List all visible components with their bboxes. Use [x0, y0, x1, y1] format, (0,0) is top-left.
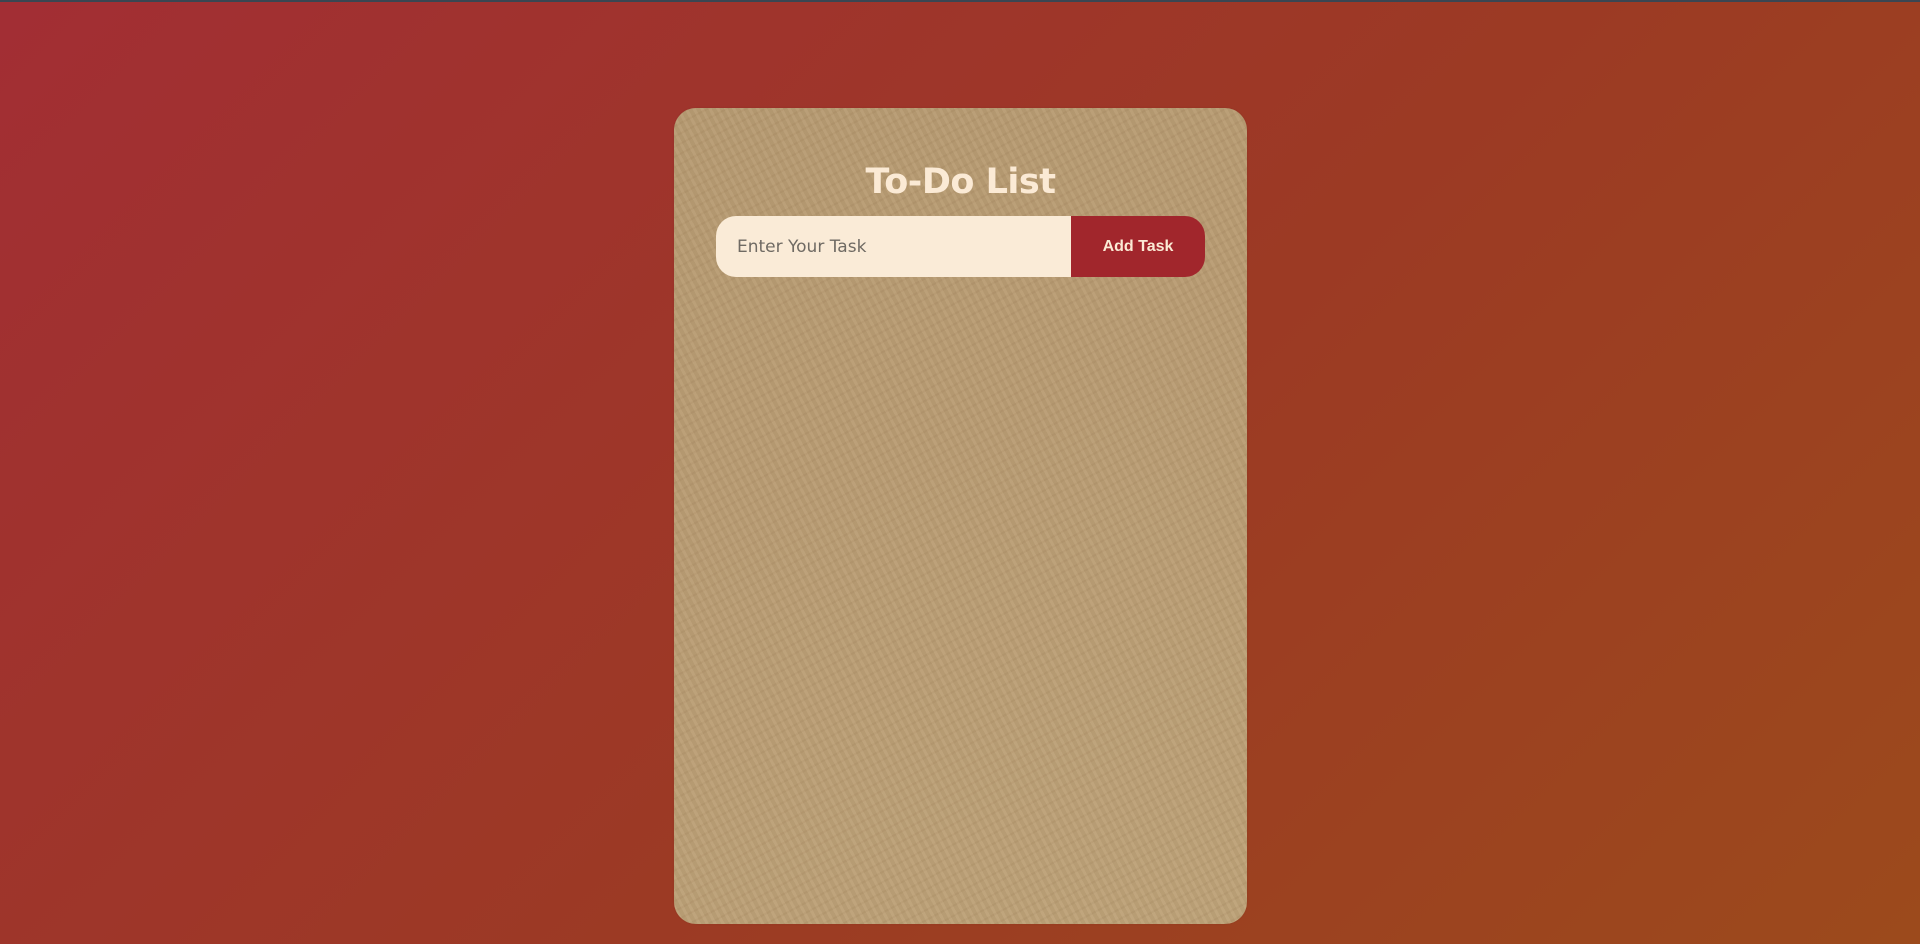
add-task-button[interactable]: Add Task	[1071, 216, 1205, 277]
task-form: Add Task	[716, 216, 1205, 277]
todo-card: To-Do List Add Task	[674, 108, 1247, 924]
task-input[interactable]	[716, 216, 1071, 277]
page-title: To-Do List	[865, 162, 1056, 202]
task-list	[716, 298, 1205, 898]
window-top-edge	[0, 0, 1920, 2]
